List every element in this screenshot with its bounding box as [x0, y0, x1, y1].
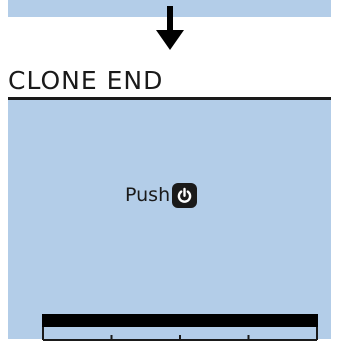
down-arrow-icon [156, 6, 184, 50]
title-bar: CLONE END [8, 66, 331, 100]
progress-scale [42, 327, 318, 341]
lcd-body: Push [8, 100, 331, 341]
power-icon [172, 182, 198, 208]
screen-title: CLONE END [8, 66, 164, 95]
lcd-screen: CLONE END Push [8, 66, 331, 341]
progress-bar [42, 314, 318, 341]
push-prompt: Push [125, 182, 198, 208]
push-label: Push [125, 184, 171, 206]
